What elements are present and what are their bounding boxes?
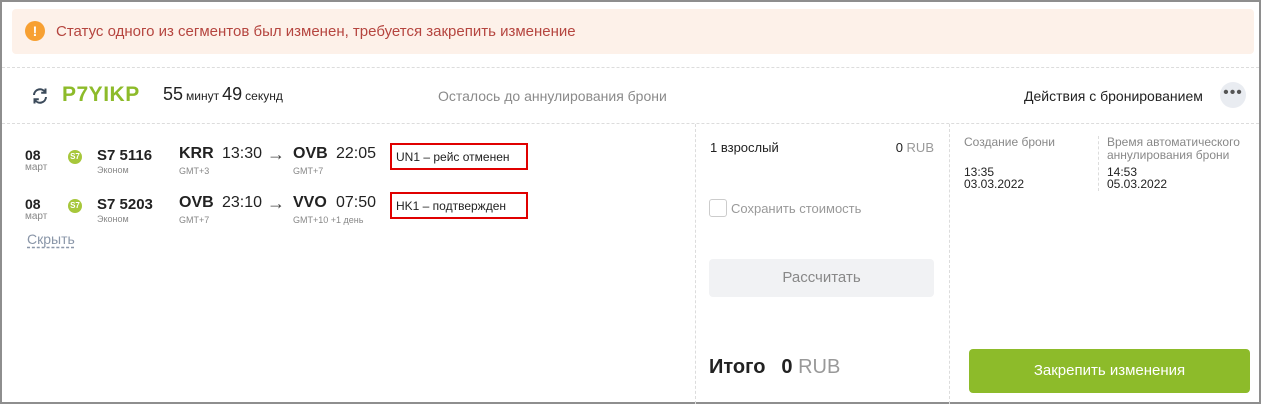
- save-price-row[interactable]: Сохранить стоимость: [709, 199, 861, 217]
- price-amount: 0: [895, 140, 903, 155]
- timer-minutes: 55: [163, 84, 184, 104]
- pnr-code: P7YIKP: [62, 83, 140, 106]
- arrival-gmt: GMT+7: [293, 166, 323, 176]
- flight-segment: 08 март S7 S7 5203 Эконом OVB 23:10 GMT+…: [2, 192, 692, 234]
- arrival-time: 07:50: [336, 194, 377, 211]
- airline-logo-icon: S7: [68, 150, 82, 164]
- departure-gmt: GMT+3: [179, 166, 210, 176]
- refresh-icon[interactable]: [30, 86, 50, 106]
- arrival-time: 22:05: [336, 145, 377, 162]
- segment-status-badge: HK1 – подтвержден: [390, 192, 528, 219]
- flight-number: S7 5116: [97, 147, 153, 164]
- segment-month: март: [25, 162, 48, 173]
- arrival-gmt-value: GMT+10: [293, 215, 329, 225]
- departure-time: 23:10: [222, 194, 263, 211]
- auto-cancel-date: 05.03.2022: [1107, 177, 1168, 191]
- exclamation-icon: !: [25, 21, 45, 41]
- flight-segment: 08 март S7 S7 5116 Эконом KRR 13:30 GMT+…: [2, 143, 692, 185]
- segment-day: 08: [25, 196, 41, 212]
- next-day-note: +1 день: [330, 215, 364, 225]
- remaining-label: Осталось до аннулирования брони: [438, 88, 667, 104]
- arrival-gmt-value: GMT+7: [293, 166, 324, 176]
- arrival-gmt: GMT+10 +1 день: [293, 215, 363, 225]
- auto-cancel-info: Время автоматического аннулирования брон…: [1107, 135, 1247, 191]
- booking-info-panel: Создание брони 13:35 03.03.2022 Время ав…: [950, 124, 1261, 404]
- save-price-label[interactable]: Сохранить стоимость: [731, 201, 861, 216]
- segment-status-badge: UN1 – рейс отменен: [390, 143, 528, 170]
- arrow-right-icon: →: [267, 193, 285, 213]
- alert-text: Статус одного из сегментов был изменен, …: [56, 23, 576, 40]
- departure-airport: KRR: [179, 145, 214, 162]
- total-currency: RUB: [798, 356, 841, 378]
- total-price: Итого 0 RUB: [709, 356, 840, 379]
- arrow-right-icon: →: [267, 144, 285, 164]
- arrival-airport: OVB: [293, 145, 328, 162]
- commit-changes-button[interactable]: Закрепить изменения: [969, 349, 1250, 393]
- save-price-checkbox[interactable]: [709, 199, 727, 217]
- created-label: Создание брони: [964, 135, 1056, 149]
- airline-logo-icon: S7: [68, 199, 82, 213]
- departure-gmt: GMT+7: [179, 215, 210, 225]
- booking-panel: ! Статус одного из сегментов был изменен…: [0, 0, 1261, 404]
- created-date: 03.03.2022: [964, 177, 1025, 191]
- cabin-class: Эконом: [97, 165, 129, 175]
- arrival-airport: VVO: [293, 194, 327, 211]
- cancel-timer: 55 минут 49 секунд: [163, 84, 286, 105]
- auto-cancel-label: Время автоматического аннулирования брон…: [1107, 135, 1240, 162]
- timer-minutes-unit: минут: [186, 89, 220, 103]
- segment-day: 08: [25, 147, 41, 163]
- passenger-price: 0 RUB: [896, 140, 934, 155]
- departure-airport: OVB: [179, 194, 214, 211]
- status-alert: ! Статус одного из сегментов был изменен…: [12, 9, 1254, 54]
- booking-header: P7YIKP 55 минут 49 секунд Осталось до аннул…: [2, 68, 1261, 124]
- total-label: Итого: [709, 356, 766, 378]
- cabin-class: Эконом: [97, 214, 129, 224]
- flight-number: S7 5203: [97, 196, 153, 213]
- calculate-button[interactable]: Рассчитать: [709, 259, 934, 297]
- hide-segments-link[interactable]: Скрыть: [27, 231, 75, 247]
- booking-created-info: Создание брони 13:35 03.03.2022: [964, 135, 1104, 191]
- total-amount: 0: [781, 356, 793, 378]
- timer-seconds: 49: [222, 84, 243, 104]
- more-actions-icon[interactable]: •••: [1220, 82, 1246, 108]
- timer-seconds-unit: секунд: [245, 89, 283, 103]
- divider: [1098, 136, 1099, 191]
- booking-actions-label[interactable]: Действия с бронированием: [1024, 88, 1203, 104]
- segment-month: март: [25, 211, 48, 222]
- passenger-count: 1 взрослый: [710, 140, 779, 155]
- pricing-panel: 1 взрослый 0 RUB Сохранить стоимость Рас…: [696, 124, 949, 404]
- departure-time: 13:30: [222, 145, 263, 162]
- price-currency: RUB: [906, 140, 934, 155]
